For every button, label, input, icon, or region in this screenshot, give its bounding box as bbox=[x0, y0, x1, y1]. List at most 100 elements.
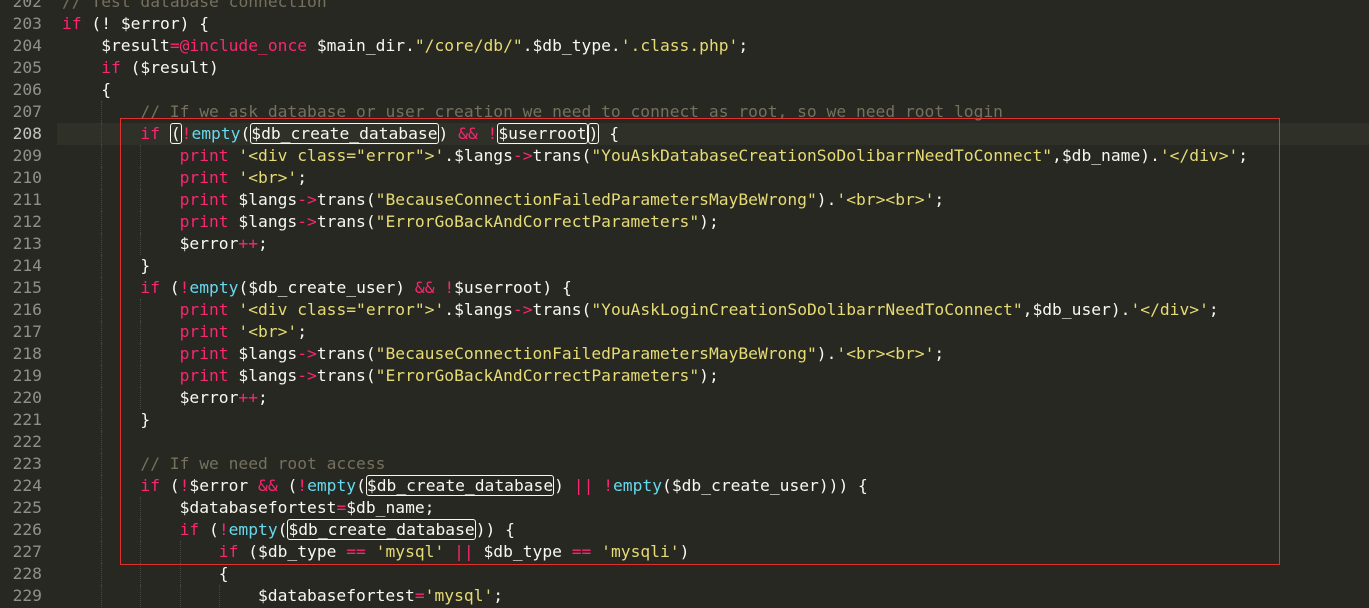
code-line[interactable]: 223 // If we need root access bbox=[0, 453, 1369, 475]
code-token: if bbox=[101, 58, 121, 77]
code-token: print bbox=[179, 366, 229, 385]
code-token: ! bbox=[179, 476, 190, 495]
code-text[interactable]: print $langs->trans("BecauseConnectionFa… bbox=[180, 343, 945, 365]
code-token: print bbox=[179, 344, 229, 363]
code-line[interactable]: 216 print '<div class="error">'.$langs->t… bbox=[0, 299, 1369, 321]
code-line[interactable]: 209 print '<div class="error">'.$langs->t… bbox=[0, 145, 1369, 167]
code-text[interactable]: print '<br>'; bbox=[180, 167, 307, 189]
code-editor[interactable]: 202 // Test database connection 203 if (! $… bbox=[0, 0, 1369, 608]
code-token: ; bbox=[934, 344, 945, 363]
code-token: $db_type bbox=[473, 542, 572, 561]
code-line[interactable]: 210 print '<br>'; bbox=[0, 167, 1369, 189]
code-text[interactable]: if (!$error && (!empty($db_create_databa… bbox=[140, 475, 868, 497]
code-text[interactable]: print $langs->trans("ErrorGoBackAndCorre… bbox=[180, 365, 719, 387]
code-line[interactable]: 222 bbox=[0, 431, 1369, 453]
code-line[interactable]: 203 if (! $error) { bbox=[0, 13, 1369, 35]
indent-guide bbox=[101, 585, 103, 607]
code-line[interactable]: 202 // Test database connection bbox=[0, 0, 1369, 13]
code-text[interactable]: } bbox=[140, 409, 150, 431]
code-token: '<br>' bbox=[238, 168, 298, 187]
code-token: 'mysqli' bbox=[601, 542, 680, 561]
line-number: 221 bbox=[12, 410, 42, 429]
code-line[interactable]: 214} bbox=[0, 255, 1369, 277]
code-line[interactable]: 228 { bbox=[0, 563, 1369, 585]
code-token: ); bbox=[699, 212, 719, 231]
code-line[interactable]: 205 if ($result) bbox=[0, 57, 1369, 79]
indent-guide bbox=[140, 343, 142, 365]
indent-guide bbox=[140, 233, 142, 255]
code-line[interactable]: 229 $databasefortest='mysql'; bbox=[0, 585, 1369, 607]
line-number: 202 bbox=[12, 0, 42, 11]
code-line[interactable]: 211 print $langs->trans("BecauseConnectio… bbox=[0, 189, 1369, 211]
code-text[interactable]: print '<br>'; bbox=[180, 321, 307, 343]
code-token: == bbox=[571, 542, 592, 561]
line-number: 229 bbox=[12, 586, 42, 605]
code-line[interactable]: 207 // If we ask database or user creatio… bbox=[0, 101, 1369, 123]
code-token: -> bbox=[297, 344, 317, 363]
code-text[interactable]: if (! $error) { bbox=[62, 13, 209, 35]
code-text[interactable]: if (!empty($db_create_database) && !$use… bbox=[140, 123, 619, 145]
code-line[interactable]: 206 { bbox=[0, 79, 1369, 101]
code-token: ($result) bbox=[120, 58, 219, 77]
code-text[interactable]: print $langs->trans("ErrorGoBackAndCorre… bbox=[180, 211, 719, 233]
code-text[interactable]: $error++; bbox=[180, 387, 268, 409]
code-text[interactable]: if ($db_type == 'mysql' || $db_type == '… bbox=[219, 541, 690, 563]
code-token: ,$db_name). bbox=[1052, 146, 1160, 165]
code-token: $langs bbox=[228, 212, 298, 231]
code-token: ). bbox=[816, 190, 837, 209]
indent-guide bbox=[101, 563, 103, 585]
code-token: -> bbox=[512, 146, 533, 165]
code-text[interactable]: // If we ask database or user creation w… bbox=[140, 101, 1003, 123]
indent-guide bbox=[140, 585, 142, 607]
code-token: if bbox=[62, 14, 82, 33]
code-line[interactable]: 204 $result=@include_once $main_dir."/cor… bbox=[0, 35, 1369, 57]
code-line[interactable]: 208 if (!empty($db_create_database) && !$… bbox=[0, 123, 1369, 145]
code-token: 'mysql' bbox=[424, 586, 494, 605]
code-text[interactable]: print '<div class="error">'.$langs->tran… bbox=[180, 299, 1219, 321]
code-line[interactable]: 215 if (!empty($db_create_user) && !$user… bbox=[0, 277, 1369, 299]
code-token: // If we ask database or user creation w… bbox=[140, 102, 1003, 121]
code-line[interactable]: 224 if (!$error && (!empty($db_create_dat… bbox=[0, 475, 1369, 497]
indent-guide bbox=[140, 497, 142, 519]
indent-guide bbox=[101, 189, 103, 211]
indent-guide bbox=[218, 585, 220, 607]
code-token: '<br><br>' bbox=[836, 190, 935, 209]
code-line[interactable]: 219 print $langs->trans("ErrorGoBackAndCo… bbox=[0, 365, 1369, 387]
code-text[interactable]: if ($result) bbox=[101, 57, 219, 79]
code-text[interactable]: } bbox=[140, 255, 150, 277]
code-text[interactable]: { bbox=[101, 79, 111, 101]
code-text[interactable]: $databasefortest=$db_name; bbox=[180, 497, 435, 519]
code-line[interactable]: 226 if (!empty($db_create_database)) { bbox=[0, 519, 1369, 541]
code-token: ( bbox=[160, 278, 180, 297]
code-token: ++ bbox=[238, 388, 259, 407]
code-line[interactable]: 227 if ($db_type == 'mysql' || $db_type =… bbox=[0, 541, 1369, 563]
code-text[interactable]: // Test database connection bbox=[62, 0, 327, 13]
code-line[interactable]: 221} bbox=[0, 409, 1369, 431]
code-token: )) { bbox=[475, 520, 515, 539]
code-text[interactable]: $result=@include_once $main_dir."/core/d… bbox=[101, 35, 748, 57]
code-text[interactable]: if (!empty($db_create_user) && !$userroo… bbox=[140, 277, 571, 299]
code-token: trans( bbox=[532, 300, 592, 319]
code-text[interactable]: $databasefortest='mysql'; bbox=[258, 585, 503, 607]
code-line[interactable]: 220 $error++; bbox=[0, 387, 1369, 409]
code-text[interactable]: print '<div class="error">'.$langs->tran… bbox=[180, 145, 1249, 167]
bracket-match-token: $db_create_database bbox=[365, 475, 555, 496]
line-number: 225 bbox=[12, 498, 42, 517]
indent-guide bbox=[101, 365, 103, 387]
code-text[interactable]: { bbox=[219, 563, 229, 585]
code-text[interactable]: if (!empty($db_create_database)) { bbox=[180, 519, 515, 541]
line-number: 210 bbox=[12, 168, 42, 187]
line-number: 213 bbox=[12, 234, 42, 253]
code-line[interactable]: 213 $error++; bbox=[0, 233, 1369, 255]
code-line[interactable]: 225 $databasefortest=$db_name; bbox=[0, 497, 1369, 519]
code-text[interactable]: print $langs->trans("BecauseConnectionFa… bbox=[180, 189, 945, 211]
code-text[interactable]: // If we need root access bbox=[140, 453, 385, 475]
code-text[interactable]: $error++; bbox=[180, 233, 268, 255]
code-token: ( bbox=[199, 520, 219, 539]
code-token: if bbox=[179, 520, 200, 539]
code-line[interactable]: 218 print $langs->trans("BecauseConnectio… bbox=[0, 343, 1369, 365]
code-line[interactable]: 212 print $langs->trans("ErrorGoBackAndCo… bbox=[0, 211, 1369, 233]
code-line[interactable]: 217 print '<br>'; bbox=[0, 321, 1369, 343]
